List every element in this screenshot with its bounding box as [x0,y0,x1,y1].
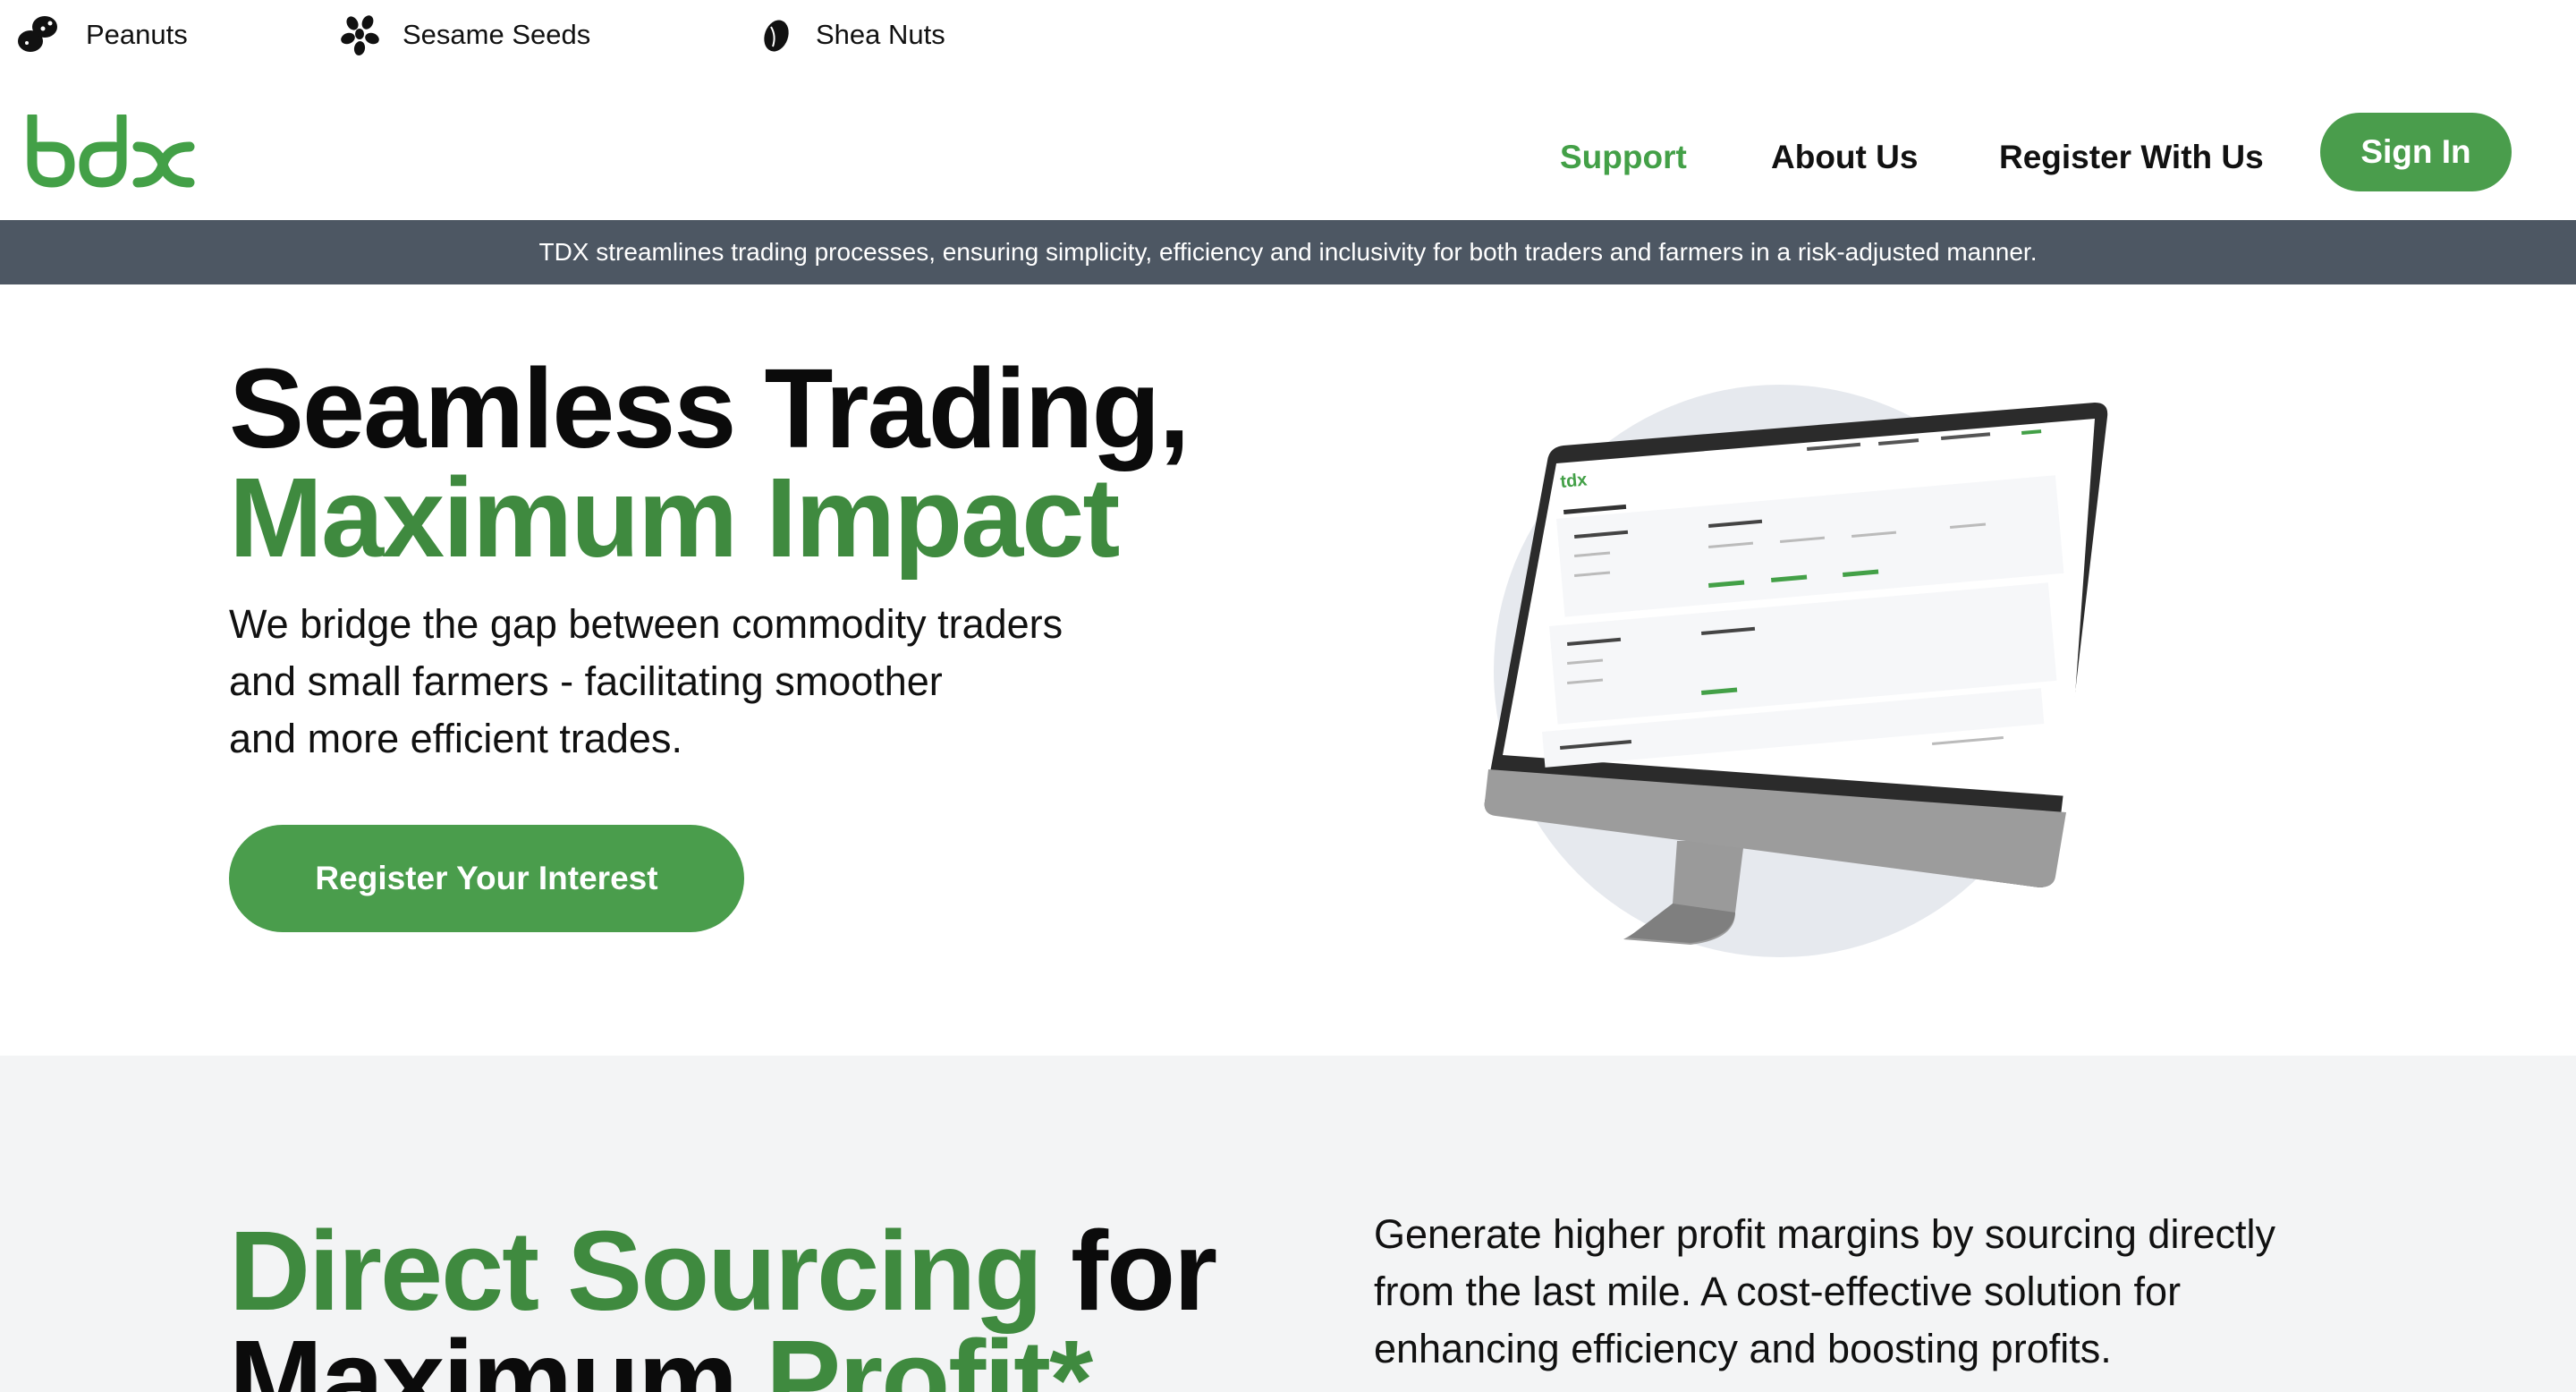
section-description-line: enhancing efficiency and boosting profit… [1374,1326,2112,1371]
section-description-line: from the last mile. A cost-effective sol… [1374,1269,2182,1314]
ticker-label: Sesame Seeds [402,19,591,50]
direct-sourcing-section: Direct Sourcing for Maximum Profit* Gene… [0,1056,2576,1392]
section-title-part: for [1041,1208,1217,1334]
nav-support-link[interactable]: Support [1560,132,1687,182]
section-title-part: Profit* [766,1317,1093,1392]
nav-about-link[interactable]: About Us [1771,132,1918,182]
section-title-part: Maximum [229,1317,767,1392]
announcement-banner: TDX streamlines trading processes, ensur… [0,220,2576,284]
banner-text: TDX streamlines trading processes, ensur… [538,238,2038,266]
site-header: Support About Us Register With Us Sign I… [0,70,2576,220]
ticker-label: Shea Nuts [816,19,945,50]
sesame-icon [341,15,379,55]
section-description: Generate higher profit margins by sourci… [1374,1206,2376,1378]
ticker-item-peanuts: Peanuts [13,11,188,59]
ticker-item-sesame: Sesame Seeds [340,11,590,59]
section-description-line: Generate higher profit margins by sourci… [1374,1211,2275,1257]
section-title: Direct Sourcing for Maximum Profit* [229,1215,1217,1392]
commodity-ticker: Peanuts Sesame Seeds Shea Nuts [0,0,2576,70]
hero-title-line1: Seamless Trading, [229,345,1190,471]
sign-in-button[interactable]: Sign In [2320,113,2512,191]
hero-title: Seamless Trading, Maximum Impact [229,345,1190,581]
peanut-icon [18,16,57,52]
monitor-illustration: tdx [1484,385,2108,957]
svg-text:tdx: tdx [1560,470,1589,492]
hero-subtitle-line: and more efficient trades. [229,716,682,761]
nav-register-link[interactable]: Register With Us [1999,132,2264,182]
tdx-logo[interactable] [25,115,197,188]
register-interest-button[interactable]: Register Your Interest [229,825,744,932]
ticker-label: Peanuts [86,19,188,50]
hero-subtitle-line: and small farmers - facilitating smoothe… [229,658,943,704]
section-title-part: Direct Sourcing [229,1208,1043,1334]
shea-nut-icon [764,20,789,52]
hero-title-line2: Maximum Impact [229,454,1120,581]
hero-subtitle-line: We bridge the gap between commodity trad… [229,601,1063,647]
ticker-item-shea: Shea Nuts [758,11,945,59]
hero-subtitle: We bridge the gap between commodity trad… [229,596,1168,768]
